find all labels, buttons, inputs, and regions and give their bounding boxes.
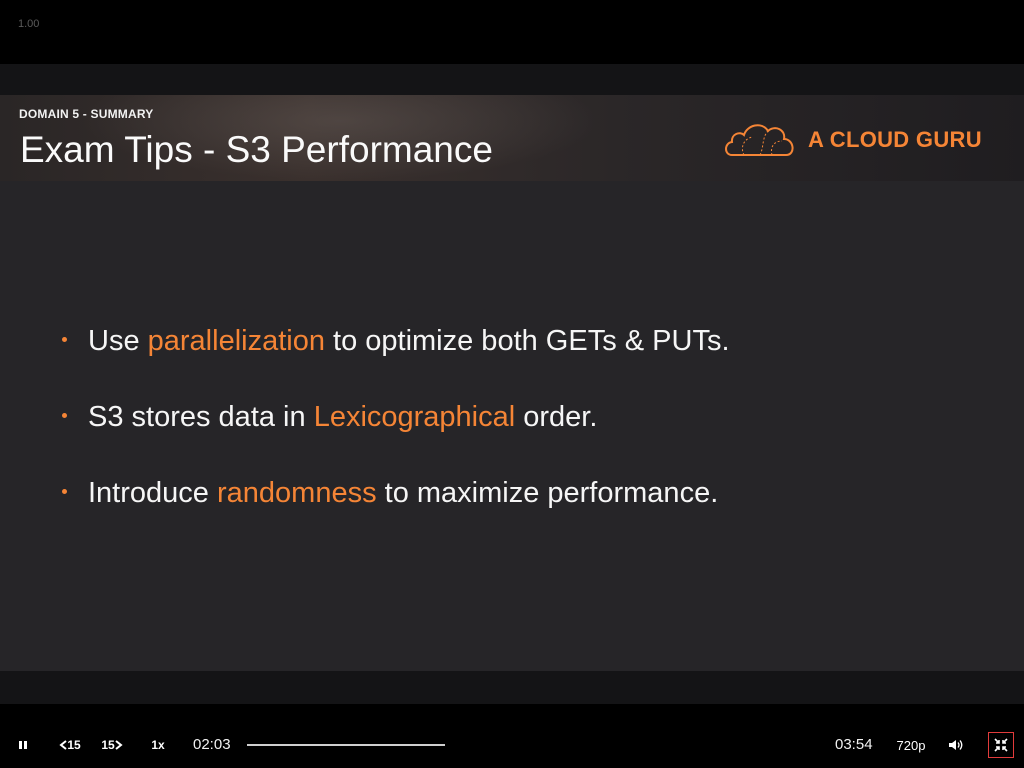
volume-button[interactable] xyxy=(945,734,967,756)
pause-icon xyxy=(19,741,27,749)
forward-15-button[interactable]: 15 xyxy=(97,734,127,756)
bullet-dot-icon xyxy=(62,413,67,418)
exit-fullscreen-icon xyxy=(994,738,1008,752)
cloud-logo-icon xyxy=(725,124,794,156)
bullet-highlight: parallelization xyxy=(147,325,325,357)
speed-readout: 1.00 xyxy=(18,18,40,30)
player-controls: 15 15 1x 02:03 03:54 720p xyxy=(0,722,1024,768)
rewind-15-button[interactable]: 15 xyxy=(55,734,85,756)
bullet-highlight: Lexicographical xyxy=(313,401,516,433)
volume-icon xyxy=(949,740,963,750)
bullet-dot-icon xyxy=(62,489,67,494)
playback-speed-button[interactable]: 1x xyxy=(146,734,170,756)
bullet-text: S3 stores data in Lexicographical order. xyxy=(88,401,598,433)
bullet-text: Introduce randomness to maximize perform… xyxy=(88,477,719,509)
pause-button[interactable] xyxy=(12,734,34,756)
bullet-highlight: randomness xyxy=(216,477,377,509)
exit-fullscreen-button[interactable] xyxy=(988,732,1014,758)
duration: 03:54 xyxy=(835,736,873,753)
acloudguru-logo: A CLOUD GURU xyxy=(722,117,1002,161)
rewind-15-icon xyxy=(59,740,67,750)
bullet-text: Use parallelization to optimize both GET… xyxy=(88,325,730,357)
rewind-15-label: 15 xyxy=(67,738,81,752)
logo-text: A CLOUD GURU xyxy=(808,127,982,152)
progress-bar[interactable] xyxy=(247,744,445,746)
forward-15-label: 15 xyxy=(101,738,115,752)
slide-title: Exam Tips - S3 Performance xyxy=(20,129,493,170)
domain-label: DOMAIN 5 - SUMMARY xyxy=(19,107,154,121)
forward-15-icon xyxy=(115,740,123,750)
quality-button[interactable]: 720p xyxy=(892,734,930,756)
current-time: 02:03 xyxy=(193,736,231,753)
bullet-dot-icon xyxy=(62,337,67,342)
